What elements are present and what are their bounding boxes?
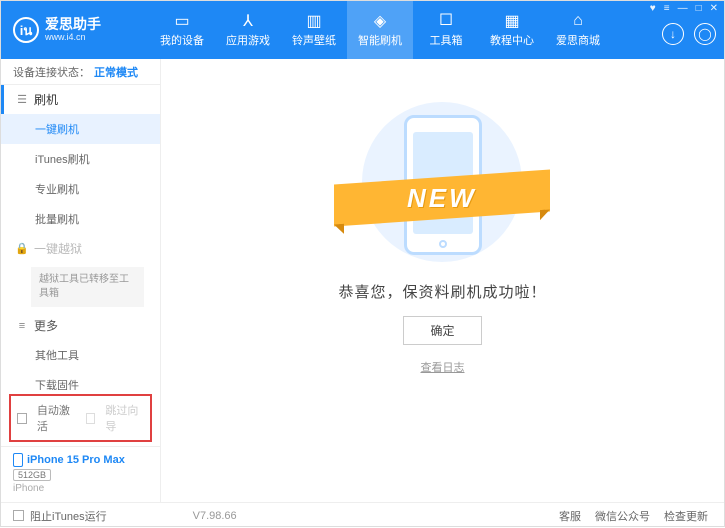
footer-wechat[interactable]: 微信公众号 — [591, 508, 654, 524]
list-icon: ☰ — [16, 94, 28, 106]
header-right: ↓ ◯ — [662, 15, 716, 45]
nav-flash[interactable]: ◈智能刷机 — [347, 1, 413, 59]
block-itunes-checkbox[interactable] — [13, 510, 24, 521]
window-controls: ♥ ≡ — □ ✕ — [650, 3, 718, 14]
nav-tutorials[interactable]: ▦教程中心 — [479, 1, 545, 59]
nav-store[interactable]: ⌂爱思商城 — [545, 1, 611, 59]
sidebar-item-download-fw[interactable]: 下载固件 — [1, 370, 160, 390]
minimize-icon[interactable]: — — [678, 3, 688, 14]
nav-ringtones[interactable]: ▥铃声壁纸 — [281, 1, 347, 59]
tutorial-icon: ▦ — [503, 12, 521, 30]
jailbreak-note: 越狱工具已转移至工具箱 — [31, 267, 144, 307]
user-button[interactable]: ◯ — [694, 23, 716, 45]
toolbox-icon: 🞏 — [437, 12, 455, 30]
sidebar-group-more[interactable]: ≡ 更多 — [1, 311, 160, 340]
flash-icon: ◈ — [371, 12, 389, 30]
maximize-icon[interactable]: □ — [696, 3, 702, 14]
nav-toolbox[interactable]: 🞏工具箱 — [413, 1, 479, 59]
footer: 阻止iTunes运行 V7.98.66 客服 微信公众号 检查更新 — [1, 502, 724, 528]
menu-icon[interactable]: ♥ — [650, 3, 656, 14]
sidebar-item-itunes[interactable]: iTunes刷机 — [1, 144, 160, 174]
auto-activate-checkbox[interactable] — [17, 413, 27, 424]
ok-button[interactable]: 确定 — [403, 316, 481, 345]
connection-status: 设备连接状态： 正常模式 — [1, 59, 160, 85]
apps-icon: ⅄ — [239, 12, 257, 30]
nav-my-device[interactable]: ▭我的设备 — [149, 1, 215, 59]
block-itunes-label: 阻止iTunes运行 — [30, 508, 107, 524]
device-name: iPhone 15 Pro Max — [27, 454, 125, 466]
close-icon[interactable]: ✕ — [710, 3, 718, 14]
app-url: www.i4.cn — [45, 33, 101, 43]
sidebar-item-oneclick[interactable]: 一键刷机 — [1, 114, 160, 144]
sidebar-group-jailbreak[interactable]: 🔒 一键越狱 — [1, 234, 160, 263]
download-button[interactable]: ↓ — [662, 23, 684, 45]
device-info: iPhone 15 Pro Max 512GB iPhone — [1, 446, 160, 502]
success-message: 恭喜您，保资料刷机成功啦！ — [338, 281, 546, 302]
app-logo: iน 爱思助手 www.i4.cn — [13, 17, 143, 43]
footer-update[interactable]: 检查更新 — [660, 508, 712, 524]
version-label: V7.98.66 — [193, 510, 237, 522]
sidebar-item-pro[interactable]: 专业刷机 — [1, 174, 160, 204]
device-icon: ▭ — [173, 12, 191, 30]
app-name: 爱思助手 — [45, 17, 101, 32]
device-storage: 512GB — [13, 469, 51, 481]
sidebar-item-batch[interactable]: 批量刷机 — [1, 204, 160, 234]
app-header: ♥ ≡ — □ ✕ iน 爱思助手 www.i4.cn ▭我的设备 ⅄应用游戏 … — [1, 1, 724, 59]
nav-apps[interactable]: ⅄应用游戏 — [215, 1, 281, 59]
footer-support[interactable]: 客服 — [555, 508, 585, 524]
dropdown-icon[interactable]: ≡ — [664, 3, 670, 14]
status-mode: 正常模式 — [94, 64, 138, 80]
sidebar-item-other-tools[interactable]: 其他工具 — [1, 340, 160, 370]
view-log-link[interactable]: 查看日志 — [420, 359, 464, 375]
options-row: 自动激活 跳过向导 — [9, 394, 152, 442]
phone-icon — [13, 453, 23, 467]
lock-icon: 🔒 — [16, 243, 28, 255]
wallpaper-icon: ▥ — [305, 12, 323, 30]
main-content: NEW 恭喜您，保资料刷机成功啦！ 确定 查看日志 — [161, 59, 724, 502]
sidebar: 设备连接状态： 正常模式 ☰ 刷机 一键刷机 iTunes刷机 专业刷机 批量刷… — [1, 59, 161, 502]
sidebar-group-flash[interactable]: ☰ 刷机 — [1, 85, 160, 114]
store-icon: ⌂ — [569, 12, 587, 30]
logo-icon: iน — [13, 17, 39, 43]
auto-activate-label: 自动激活 — [37, 402, 76, 434]
skip-guide-checkbox[interactable] — [86, 413, 96, 424]
skip-guide-label: 跳过向导 — [105, 402, 144, 434]
top-nav: ▭我的设备 ⅄应用游戏 ▥铃声壁纸 ◈智能刷机 🞏工具箱 ▦教程中心 ⌂爱思商城 — [143, 1, 662, 59]
more-icon: ≡ — [16, 320, 28, 332]
success-illustration: NEW — [342, 97, 542, 267]
device-type: iPhone — [13, 483, 148, 494]
